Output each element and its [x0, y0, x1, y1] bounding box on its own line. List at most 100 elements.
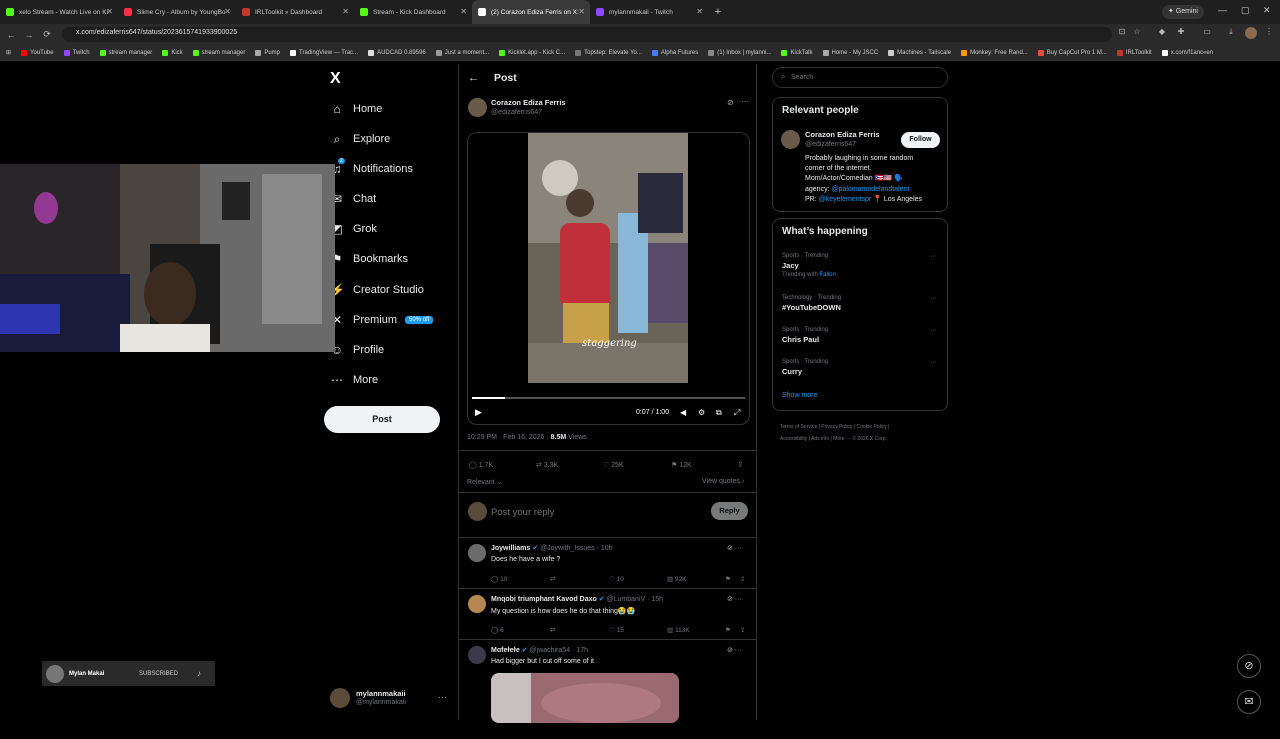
install-icon[interactable]: ⊡	[1116, 27, 1128, 39]
sort-dropdown[interactable]: Relevant ⌄	[467, 478, 502, 486]
more-icon[interactable]: ···	[930, 295, 937, 302]
gemini-button[interactable]: ✦ Gemini	[1162, 5, 1204, 19]
more-icon[interactable]: ···	[930, 327, 937, 334]
view-quotes-link[interactable]: View quotes ›	[702, 478, 744, 485]
sidebar-item-creator-studio[interactable]: ⚡ Creator Studio	[330, 278, 424, 302]
back-arrow-icon[interactable]: ←	[468, 72, 479, 84]
account-switcher[interactable]: mylannmakaii @mylannmakaii ···	[330, 688, 448, 712]
reply-button[interactable]: Reply	[711, 502, 748, 520]
sidebar-item-chat[interactable]: ✉ Chat	[330, 187, 376, 211]
avatar[interactable]	[781, 130, 800, 149]
bookmark-item[interactable]: IRLToolkit	[1116, 49, 1152, 56]
sidebar-item-more[interactable]: ⋯ More	[330, 368, 378, 392]
share-count[interactable]: ⇪	[740, 626, 745, 634]
reply-author[interactable]: Mnqobi triumphant Kavod Daxo ✔ @LumbaniV…	[491, 595, 663, 603]
trend-item[interactable]: Sports · Trending Jacy ··· Trending with Fa…	[782, 253, 937, 278]
bookmark-item[interactable]: KickTalk	[781, 49, 813, 56]
bookmark-item[interactable]: x.com/f1anc«en	[1161, 49, 1213, 56]
avatar[interactable]	[468, 544, 486, 562]
sidebar-item-notifications[interactable]: ♫ Notifications 2	[330, 157, 413, 181]
bookmark-item[interactable]: Just a moment...	[435, 49, 489, 56]
bookmark-item[interactable]: Buy CapCut Pro 1 M...	[1037, 49, 1107, 56]
person-handle[interactable]: @edizaferris647	[805, 141, 856, 148]
browser-tab[interactable]: xelo Stream - Watch Live on Ki ✕	[0, 0, 118, 24]
messages-float-icon[interactable]: ✉	[1237, 690, 1261, 714]
volume-icon[interactable]: ◀	[680, 408, 686, 417]
apps-icon[interactable]: ⊞	[6, 49, 11, 56]
bookmark-item[interactable]: Topstep: Elevate Yo...	[575, 49, 642, 56]
sidebar-item-premium[interactable]: ✕ Premium 50% off	[330, 308, 434, 332]
share-count[interactable]: ⇪	[740, 575, 745, 583]
reload-icon[interactable]: ⟳	[40, 29, 54, 40]
pip-icon[interactable]: ⧉	[716, 408, 722, 418]
sidebar-item-grok[interactable]: ◩ Grok	[330, 217, 377, 241]
reply-post[interactable]: Joywilliams ✔ @Joywith_Issues · 10h Does …	[459, 537, 756, 588]
author-avatar[interactable]	[468, 98, 487, 117]
browser-tab[interactable]: Stream - Kick Dashboard ✕	[354, 0, 472, 24]
bio-link[interactable]: @palomamodelandtalent	[831, 186, 909, 193]
reply-more-icon[interactable]: ⊘ ···	[727, 646, 742, 654]
browser-tab[interactable]: (2) Corazon Ediza Ferris on X: ✕	[472, 0, 590, 24]
video-progress-track[interactable]	[472, 397, 745, 399]
footer-line[interactable]: Terms of Service | Privacy Policy | Cook…	[780, 421, 940, 433]
bookmark-item[interactable]: stream manager	[192, 49, 245, 56]
reply-more-icon[interactable]: ⊘ ···	[727, 544, 742, 552]
author-handle[interactable]: @edizaferris647	[491, 109, 542, 116]
share-icon[interactable]: ⇪	[737, 460, 744, 469]
author-name[interactable]: Corazon Ediza Ferris	[491, 98, 566, 107]
person-name[interactable]: Corazon Ediza Ferris	[805, 130, 880, 139]
reply-author[interactable]: Mɑfeɫeɫe ✔ @jwachira54 · 17h	[491, 646, 588, 654]
reply-count[interactable]: ◯ 6	[491, 626, 504, 634]
more-icon[interactable]: ···	[930, 253, 937, 260]
settings-icon[interactable]: ⚙	[698, 408, 705, 417]
reply-more-icon[interactable]: ⊘ ···	[727, 595, 742, 603]
close-window-icon[interactable]: ✕	[1263, 5, 1271, 16]
footer-line[interactable]: Accessibility | Ads info | More ··· © 20…	[780, 433, 940, 445]
star-icon[interactable]: ☆	[1131, 27, 1143, 39]
avatar[interactable]	[1245, 27, 1257, 39]
bookmark-item[interactable]: Pump	[255, 49, 280, 56]
minimize-icon[interactable]: —	[1218, 5, 1227, 15]
sidebar-item-home[interactable]: ⌂ Home	[330, 97, 382, 121]
new-tab-button[interactable]: +	[708, 6, 728, 18]
reply-count[interactable]: ◯ 10	[491, 575, 507, 583]
trend-item[interactable]: Technology · Trending #YouTubeDOWN ···	[782, 295, 937, 312]
close-tab-icon[interactable]: ✕	[578, 7, 585, 16]
back-icon[interactable]: ←	[4, 30, 18, 40]
bookmark-item[interactable]: Home - My JSCC	[822, 49, 878, 56]
trend-item[interactable]: Sports · Trending Curry ···	[782, 359, 937, 376]
show-more-link[interactable]: Show more	[782, 392, 817, 399]
bio-link[interactable]: @keyelementspr	[819, 196, 872, 203]
close-tab-icon[interactable]: ✕	[460, 7, 467, 16]
x-logo[interactable]: X	[330, 70, 341, 88]
download-icon[interactable]: ⤓	[1225, 27, 1237, 39]
bookmark-count[interactable]: ⚑	[725, 626, 731, 634]
avatar[interactable]	[468, 595, 486, 613]
extension-icon[interactable]: ◆	[1156, 27, 1168, 39]
reply-author[interactable]: Joywilliams ✔ @Joywith_Issues · 10h	[491, 544, 613, 552]
view-count[interactable]: ▥ 113K	[667, 626, 690, 634]
bookmark-item[interactable]: YouTube	[21, 49, 54, 56]
bookmark-item[interactable]: (1) Inbox | mylanni...	[708, 49, 771, 56]
grok-icon[interactable]: ⊘	[727, 98, 734, 107]
repost-count[interactable]: ⇄	[550, 626, 555, 634]
sidebar-item-bookmarks[interactable]: ⚑ Bookmarks	[330, 247, 408, 271]
more-icon[interactable]: ···	[741, 97, 749, 106]
search-box[interactable]: ⌕	[772, 67, 948, 88]
fullscreen-icon[interactable]: ⤢	[734, 408, 740, 418]
bookmark-item[interactable]: Twitch	[63, 49, 90, 56]
bookmark-count[interactable]: ⚑	[725, 575, 731, 583]
sidebar-item-explore[interactable]: ⌕ Explore	[330, 127, 391, 151]
reply-count[interactable]: ◯ 1.7K	[469, 461, 493, 469]
maximize-icon[interactable]: ▢	[1241, 5, 1250, 16]
reply-image[interactable]	[491, 673, 679, 723]
repost-count[interactable]: ⇄ 3.3K	[536, 461, 558, 469]
bookmark-item[interactable]: Kick	[162, 49, 183, 56]
like-count[interactable]: ♡ 15	[609, 626, 624, 634]
puzzle-icon[interactable]: ✚	[1175, 27, 1187, 39]
play-icon[interactable]: ▶	[475, 407, 482, 418]
grok-float-icon[interactable]: ⊘	[1237, 654, 1261, 678]
bookmark-item[interactable]: Kicklet.app - Kick C...	[499, 49, 565, 56]
bookmark-item[interactable]: Monkey: Free Rand...	[961, 49, 1028, 56]
close-tab-icon[interactable]: ✕	[106, 7, 113, 16]
